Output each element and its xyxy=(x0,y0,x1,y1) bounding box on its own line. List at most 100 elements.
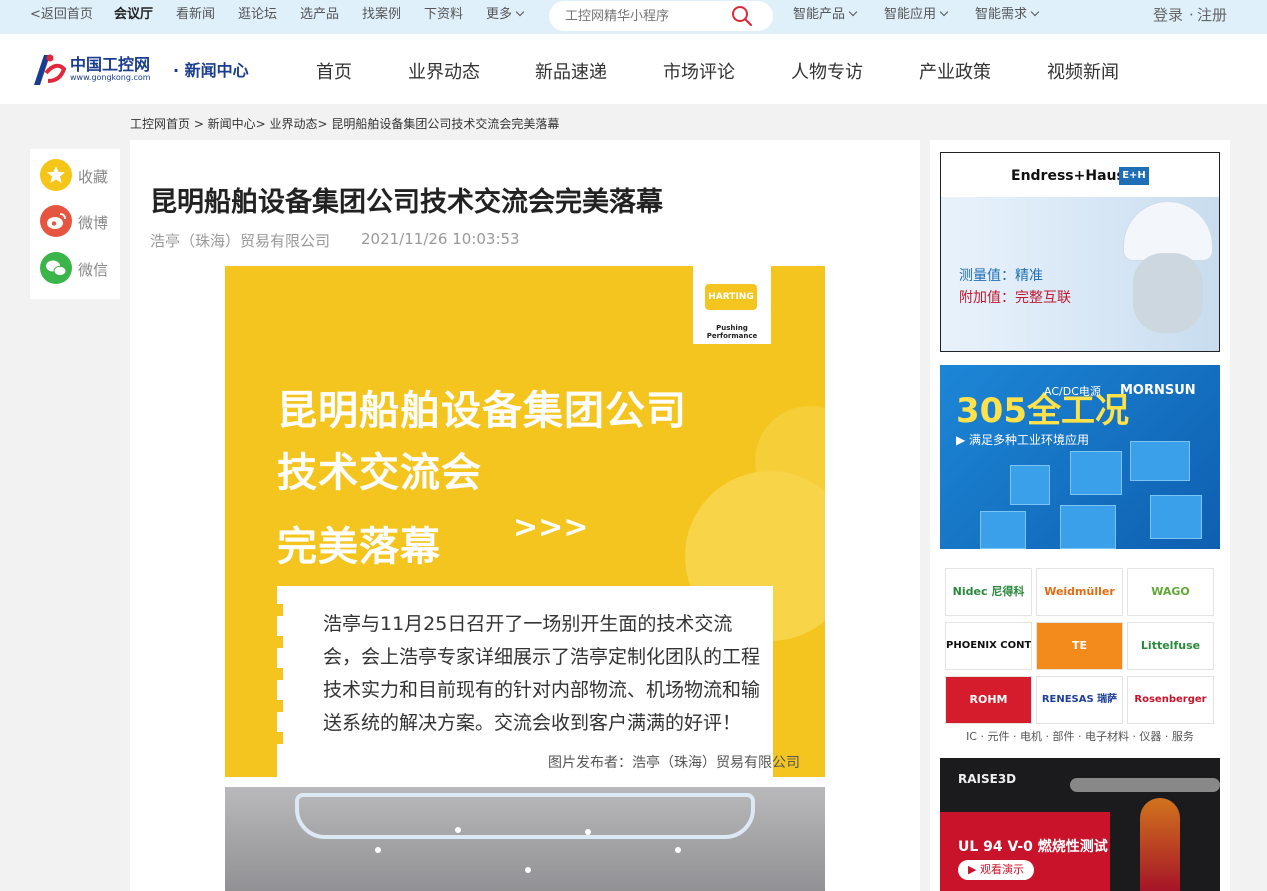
poster-body-text: 浩亭与11月25日召开了一场别开生面的技术交流会，会上浩亭专家详细展示了浩亭定制… xyxy=(323,613,761,734)
article-poster-image: HARTING Pushing Performance 昆明船舶设备集团公司 技… xyxy=(225,266,825,777)
nav-new-products[interactable]: 新品速递 xyxy=(535,58,607,84)
menu-smart-applications[interactable]: 智能应用 xyxy=(884,0,949,34)
main-nav: 中国工控网 www.gongkong.com · 新闻中心 首页 业界动态 新品… xyxy=(0,34,1267,104)
ad-title: UL 94 V-0 燃烧性测试 xyxy=(958,839,1108,855)
article-photo xyxy=(225,787,825,891)
topbar-link-download[interactable]: 下资料 xyxy=(424,0,463,34)
ceiling-light-ring xyxy=(295,793,755,839)
brand-rohm[interactable]: ROHM xyxy=(945,676,1032,724)
nav-home[interactable]: 首页 xyxy=(316,58,352,84)
nav-interviews[interactable]: 人物专访 xyxy=(791,58,863,84)
harting-logo-mark: HARTING xyxy=(705,284,757,310)
nav-video-news[interactable]: 视频新闻 xyxy=(1047,58,1119,84)
ceiling-light xyxy=(375,847,381,853)
power-module-image xyxy=(1150,495,1202,539)
power-module-image xyxy=(1130,441,1190,481)
brand-phoenix-contact[interactable]: PHOENIX CONTACT xyxy=(945,622,1032,670)
share-label: 微博 xyxy=(78,214,109,232)
share-sidebar: 收藏 微博 微信 xyxy=(30,149,120,299)
nav-industry-news[interactable]: 业界动态 xyxy=(408,58,480,84)
share-weibo-button[interactable]: 微博 xyxy=(40,205,120,237)
share-favorite-button[interactable]: 收藏 xyxy=(40,159,120,191)
ad-raise3d[interactable]: RAISE3D UL 94 V-0 燃烧性测试 ▶ 观看演示 xyxy=(940,758,1220,891)
menu-label: 智能应用 xyxy=(884,7,937,22)
site-logo[interactable]: 中国工控网 www.gongkong.com · 新闻中心 xyxy=(30,49,270,89)
poster-text-card: 浩亭与11月25日召开了一场别开生面的技术交流会，会上浩亭专家详细展示了浩亭定制… xyxy=(276,586,773,777)
nav-policy[interactable]: 产业政策 xyxy=(919,58,991,84)
menu-smart-demands[interactable]: 智能需求 xyxy=(975,0,1040,34)
harting-logo: HARTING Pushing Performance xyxy=(693,266,771,344)
menu-smart-products[interactable]: 智能产品 xyxy=(793,0,858,34)
star-icon xyxy=(40,159,72,191)
poster-headline-line2: 技术交流会 xyxy=(277,450,482,496)
logo-url: www.gongkong.com xyxy=(70,73,151,82)
article-author[interactable]: 浩亭（珠海）贸易有限公司 xyxy=(150,230,330,251)
ad-mornsun[interactable]: 305全工况 AC/DC电源 MORNSUN ▶ 满足多种工业环境应用 xyxy=(940,365,1220,549)
menu-label: 智能产品 xyxy=(793,7,846,22)
back-home-link[interactable]: <返回首页 xyxy=(30,0,93,34)
power-module-image xyxy=(980,511,1026,549)
poster-headline-line3: 完美落幕 xyxy=(277,524,441,570)
more-label: 更多 xyxy=(486,7,513,22)
menu-label: 智能需求 xyxy=(975,7,1028,22)
card-notch xyxy=(276,700,283,712)
brand-nidec[interactable]: Nidec 尼得科 xyxy=(945,568,1032,616)
ad-brand: RAISE3D xyxy=(958,772,1017,786)
nav-market-review[interactable]: 市场评论 xyxy=(663,58,735,84)
topbar-link-products[interactable]: 选产品 xyxy=(300,0,339,34)
card-notch xyxy=(276,732,283,744)
ceiling-light xyxy=(525,867,531,873)
logo-section: · 新闻中心 xyxy=(173,61,249,80)
brand-te[interactable]: TE xyxy=(1036,622,1123,670)
article-title: 昆明船舶设备集团公司技术交流会完美落幕 xyxy=(150,187,663,218)
brand-weidmuller[interactable]: Weidmüller xyxy=(1036,568,1123,616)
topbar-link-news[interactable]: 看新闻 xyxy=(176,0,215,34)
login-separator: · xyxy=(1189,6,1194,24)
ceiling-light xyxy=(455,827,461,833)
topbar-link-meeting[interactable]: 会议厅 xyxy=(114,0,153,34)
ad-bar-image xyxy=(1070,778,1220,792)
login-link[interactable]: 登录 xyxy=(1153,0,1183,30)
watch-demo-button[interactable]: ▶ 观看演示 xyxy=(958,860,1034,880)
topbar-link-forum[interactable]: 逛论坛 xyxy=(238,0,277,34)
ad-endress-hauser[interactable]: Endress+Hauser E+H 测量值：精准 附加值：完整互联 xyxy=(940,152,1220,352)
weibo-icon xyxy=(40,205,72,237)
share-label: 微信 xyxy=(78,261,109,279)
ad-line1: 测量值：精准 xyxy=(959,268,1043,284)
ceiling-light xyxy=(675,847,681,853)
ceiling-light xyxy=(585,829,591,835)
ad-tag: AC/DC电源 xyxy=(1044,385,1101,398)
search-icon[interactable] xyxy=(730,4,754,28)
register-link[interactable]: 注册 xyxy=(1197,0,1227,30)
image-publisher: 图片发布者：浩亭（珠海）贸易有限公司 xyxy=(548,755,800,771)
topbar-more-menu[interactable]: 更多 xyxy=(486,0,525,34)
card-notch xyxy=(276,636,283,648)
share-wechat-button[interactable]: 微信 xyxy=(40,252,120,284)
ad-headline: 305全工况 xyxy=(956,391,1129,431)
power-module-image xyxy=(1010,465,1050,505)
chevron-down-icon xyxy=(848,7,858,17)
ad-brand: MORNSUN xyxy=(1120,383,1196,398)
power-module-image xyxy=(1060,505,1116,549)
article: 昆明船舶设备集团公司技术交流会完美落幕 浩亭（珠海）贸易有限公司 2021/11… xyxy=(130,140,920,891)
harting-slogan: Pushing Performance xyxy=(706,324,758,340)
right-sidebar: Endress+Hauser E+H 测量值：精准 附加值：完整互联 305全工… xyxy=(930,140,1230,891)
breadcrumb[interactable]: 工控网首页 > 新闻中心> 业界动态> 昆明船舶设备集团公司技术交流会完美落幕 xyxy=(130,115,559,132)
wechat-icon xyxy=(40,252,72,284)
brand-wago[interactable]: WAGO xyxy=(1127,568,1214,616)
poster-headline-line1: 昆明船舶设备集团公司 xyxy=(277,388,687,434)
brand-caption: IC · 元件 · 电机 · 部件 · 电子材料 · 仪器 · 服务 xyxy=(966,730,1194,743)
top-bar: <返回首页 会议厅 看新闻 逛论坛 选产品 找案例 下资料 更多 智能产品 智能… xyxy=(0,0,1267,34)
brand-littelfuse[interactable]: Littelfuse xyxy=(1127,622,1214,670)
brand-renesas[interactable]: RENESAS 瑞萨 xyxy=(1036,676,1123,724)
eh-logo: E+H xyxy=(1119,167,1149,185)
poster-arrows: >>> xyxy=(513,510,589,545)
card-notch xyxy=(276,604,283,616)
brand-rosenberger[interactable]: Rosenberger xyxy=(1127,676,1214,724)
engineer-image xyxy=(1133,253,1203,333)
ad-line2: 附加值：完整互联 xyxy=(959,290,1071,306)
chevron-down-icon xyxy=(1030,7,1040,17)
search-input[interactable] xyxy=(565,6,725,26)
topbar-link-cases[interactable]: 找案例 xyxy=(362,0,401,34)
chevron-down-icon xyxy=(515,7,525,17)
